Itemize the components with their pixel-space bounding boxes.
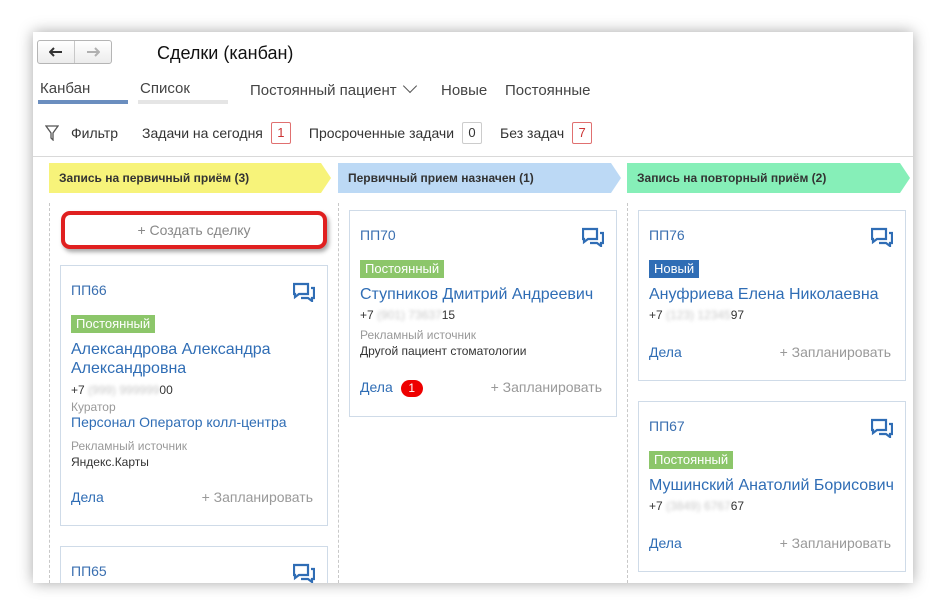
tab-kanban[interactable]: Канбан bbox=[38, 80, 128, 104]
overdue-tasks-count: 0 bbox=[462, 122, 483, 144]
deals-link[interactable]: Дела bbox=[649, 344, 682, 360]
deal-card-pp65[interactable]: ПП65 bbox=[60, 546, 328, 583]
column-divider bbox=[49, 203, 50, 583]
arrow-right-icon bbox=[87, 47, 100, 57]
today-tasks-filter[interactable]: Задачи на сегодня bbox=[142, 125, 263, 141]
status-badge: Новый bbox=[649, 260, 700, 278]
deal-id[interactable]: ПП67 bbox=[649, 418, 685, 434]
forward-button[interactable] bbox=[74, 41, 111, 63]
plan-button[interactable]: + Запланировать bbox=[202, 489, 313, 505]
plan-button[interactable]: + Запланировать bbox=[780, 535, 891, 551]
deals-link[interactable]: Дела bbox=[649, 535, 682, 551]
deal-id[interactable]: ПП76 bbox=[649, 227, 685, 243]
chat-icon[interactable] bbox=[871, 418, 893, 438]
overdue-tasks-filter[interactable]: Просроченные задачи bbox=[309, 125, 454, 141]
phone-hidden: (123) 12345 bbox=[666, 308, 731, 322]
phone-number: +7 (3849) 676767 bbox=[649, 499, 744, 513]
phone-hidden: (999) 999999 bbox=[88, 383, 160, 397]
no-tasks-count: 7 bbox=[572, 122, 593, 144]
ad-source-label: Рекламный источник bbox=[71, 439, 188, 453]
page-title: Сделки (канбан) bbox=[157, 43, 294, 63]
curator-value[interactable]: Персонал Оператор колл-центра bbox=[71, 414, 287, 430]
today-tasks-count: 1 bbox=[270, 122, 291, 144]
phone-hidden: (901) 73637 bbox=[377, 308, 442, 322]
column-primary-booking: Запись на первичный приём (3) + Создать … bbox=[33, 157, 339, 583]
phone-number: +7 (999) 99999900 bbox=[71, 383, 173, 397]
phone-prefix: +7 bbox=[649, 308, 663, 322]
chat-icon[interactable] bbox=[293, 282, 315, 302]
column-primary-scheduled: Первичный прием назначен (1) ПП70 Постоя… bbox=[338, 157, 628, 583]
chat-icon[interactable] bbox=[871, 227, 893, 247]
phone-suffix: 97 bbox=[730, 308, 745, 322]
client-name[interactable]: Ступников Дмитрий Андреевич bbox=[360, 285, 593, 304]
client-name[interactable]: Ануфриева Елена Николаевна bbox=[649, 285, 879, 304]
tab-list[interactable]: Список bbox=[138, 80, 228, 104]
no-tasks-filter[interactable]: Без задач bbox=[500, 125, 564, 141]
phone-suffix: 15 bbox=[441, 308, 456, 322]
filter-row: Фильтр Задачи на сегодня 1 Просроченные … bbox=[45, 122, 610, 144]
ad-source-label: Рекламный источник bbox=[360, 328, 477, 342]
status-badge: Постоянный bbox=[360, 260, 445, 278]
phone-suffix: 00 bbox=[159, 383, 173, 397]
plan-button[interactable]: + Запланировать bbox=[780, 344, 891, 360]
phone-hidden: (3849) 6767 bbox=[666, 499, 731, 513]
history-nav bbox=[37, 40, 112, 64]
curator-label: Куратор bbox=[71, 400, 116, 414]
plan-button[interactable]: + Запланировать bbox=[491, 379, 602, 395]
deal-card-pp67[interactable]: ПП67 Постоянный Мушинский Анатолий Борис… bbox=[638, 401, 906, 572]
deals-count-badge: 1 bbox=[400, 380, 423, 397]
client-name[interactable]: Мушинский Анатолий Борисович bbox=[649, 476, 894, 495]
back-button[interactable] bbox=[38, 41, 74, 63]
filter-button[interactable]: Фильтр bbox=[71, 125, 118, 141]
deals-link[interactable]: Дела bbox=[71, 489, 104, 505]
arrow-left-icon bbox=[49, 47, 62, 57]
phone-prefix: +7 bbox=[649, 499, 663, 513]
deal-id[interactable]: ПП70 bbox=[360, 227, 396, 243]
column-header[interactable]: Запись на первичный приём (3) bbox=[49, 163, 331, 193]
deal-card-pp70[interactable]: ПП70 Постоянный Ступников Дмитрий Андрее… bbox=[349, 210, 617, 417]
deal-card-pp76[interactable]: ПП76 Новый Ануфриева Елена Николаевна +7… bbox=[638, 210, 906, 381]
client-name[interactable]: Александрова Александра Александровна bbox=[71, 340, 311, 378]
status-badge: Постоянный bbox=[71, 315, 156, 333]
column-header[interactable]: Первичный прием назначен (1) bbox=[338, 163, 621, 193]
filter-icon[interactable] bbox=[45, 125, 59, 141]
status-badge: Постоянный bbox=[649, 451, 734, 469]
ad-source-value: Другой пациент стоматологии bbox=[360, 344, 527, 358]
chevron-down-icon bbox=[402, 78, 417, 94]
deal-id[interactable]: ПП66 bbox=[71, 282, 107, 298]
chat-icon[interactable] bbox=[582, 227, 604, 247]
deals-window: Сделки (канбан) Канбан Список Постоянный… bbox=[33, 32, 913, 583]
ad-source-value: Яндекс.Карты bbox=[71, 455, 149, 469]
create-deal-button[interactable]: + Создать сделку bbox=[61, 211, 327, 249]
phone-suffix: 67 bbox=[730, 499, 745, 513]
deal-card-pp66[interactable]: ПП66 Постоянный Александрова Александра … bbox=[60, 265, 328, 526]
phone-prefix: +7 bbox=[360, 308, 374, 322]
segment-regular[interactable]: Постоянные bbox=[505, 82, 590, 99]
deals-link[interactable]: Дела 1 bbox=[360, 379, 423, 397]
kanban-board: Запись на первичный приём (3) + Создать … bbox=[33, 156, 913, 583]
deal-id[interactable]: ПП65 bbox=[71, 563, 107, 579]
chat-icon[interactable] bbox=[293, 563, 315, 583]
column-header[interactable]: Запись на повторный приём (2) bbox=[627, 163, 910, 193]
phone-prefix: +7 bbox=[71, 383, 85, 397]
deals-label: Дела bbox=[360, 379, 393, 395]
phone-number: +7 (901) 7363715 bbox=[360, 308, 455, 322]
segment-new[interactable]: Новые bbox=[441, 82, 487, 99]
toolbar: Сделки (канбан) Канбан Список Постоянный… bbox=[33, 32, 913, 156]
dropdown-label: Постоянный пациент bbox=[250, 82, 397, 99]
regular-patient-dropdown[interactable]: Постоянный пациент bbox=[250, 78, 417, 99]
phone-number: +7 (123) 1234597 bbox=[649, 308, 744, 322]
column-repeat-booking: Запись на повторный приём (2) ПП76 Новый… bbox=[627, 157, 913, 583]
